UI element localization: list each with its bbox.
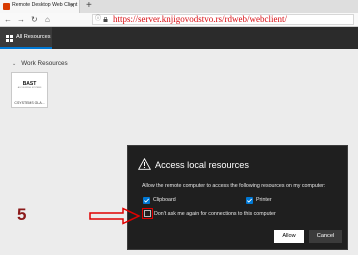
warning-icon [138, 158, 151, 170]
tab-all-resources[interactable]: All Resources [0, 27, 52, 49]
site-info-icon[interactable]: ⓘ [95, 15, 101, 24]
checkmark-icon [143, 198, 150, 203]
tab-close-icon[interactable]: × [70, 1, 75, 11]
chevron-down-icon: ⌄ [12, 61, 17, 67]
printer-label: Printer [256, 197, 272, 203]
dont-ask-label: Don't ask me again for connections to th… [154, 211, 276, 217]
home-icon[interactable]: ⌂ [45, 13, 50, 26]
browser-tab-bar: Remote Desktop Web Client × + [0, 0, 358, 13]
dont-ask-checkbox[interactable] [144, 210, 151, 217]
reload-icon[interactable]: ↻ [31, 13, 38, 26]
dialog-title: Access local resources [155, 160, 249, 170]
pointer-arrow-icon [89, 207, 141, 225]
access-local-resources-dialog: Access local resources Allow the remote … [127, 145, 348, 250]
back-arrow-icon[interactable]: ← [4, 13, 12, 26]
tile-label: CSYSTEMS GLA... [14, 101, 45, 105]
url-text: https://server.knjigovodstvo.rs/rdweb/we… [113, 14, 287, 24]
new-tab-button[interactable]: + [86, 0, 92, 12]
section-title: Work Resources [21, 60, 68, 67]
tab-title: Remote Desktop Web Client [12, 2, 78, 8]
resource-tile[interactable]: BAST ACCOUNTING SYSTEMS CSYSTEMS GLA... [11, 72, 48, 108]
tile-logo-subtitle: ACCOUNTING SYSTEMS [17, 87, 42, 89]
section-header[interactable]: ⌄ Work Resources [12, 60, 68, 67]
checkmark-icon [246, 198, 253, 203]
cancel-button[interactable]: Cancel [309, 230, 342, 243]
step-number: 5 [17, 205, 27, 224]
clipboard-checkbox[interactable] [143, 197, 150, 204]
app-header: All Resources [0, 27, 358, 49]
lock-icon [103, 17, 108, 22]
remote-desktop-favicon-icon [3, 3, 10, 10]
dialog-message: Allow the remote computer to access the … [142, 183, 326, 189]
grid-icon [6, 35, 13, 42]
browser-nav-bar: ← → ↻ ⌂ ⓘ https://server.knjigovodstvo.r… [0, 13, 358, 27]
browser-tab[interactable]: Remote Desktop Web Client × [0, 0, 80, 13]
allow-button[interactable]: Allow [274, 230, 304, 243]
clipboard-label: Clipboard [153, 197, 176, 203]
forward-arrow-icon[interactable]: → [17, 13, 25, 26]
printer-checkbox[interactable] [246, 197, 253, 204]
tab-label: All Resources [16, 34, 51, 40]
address-bar[interactable]: ⓘ https://server.knjigovodstvo.rs/rdweb/… [92, 14, 354, 25]
